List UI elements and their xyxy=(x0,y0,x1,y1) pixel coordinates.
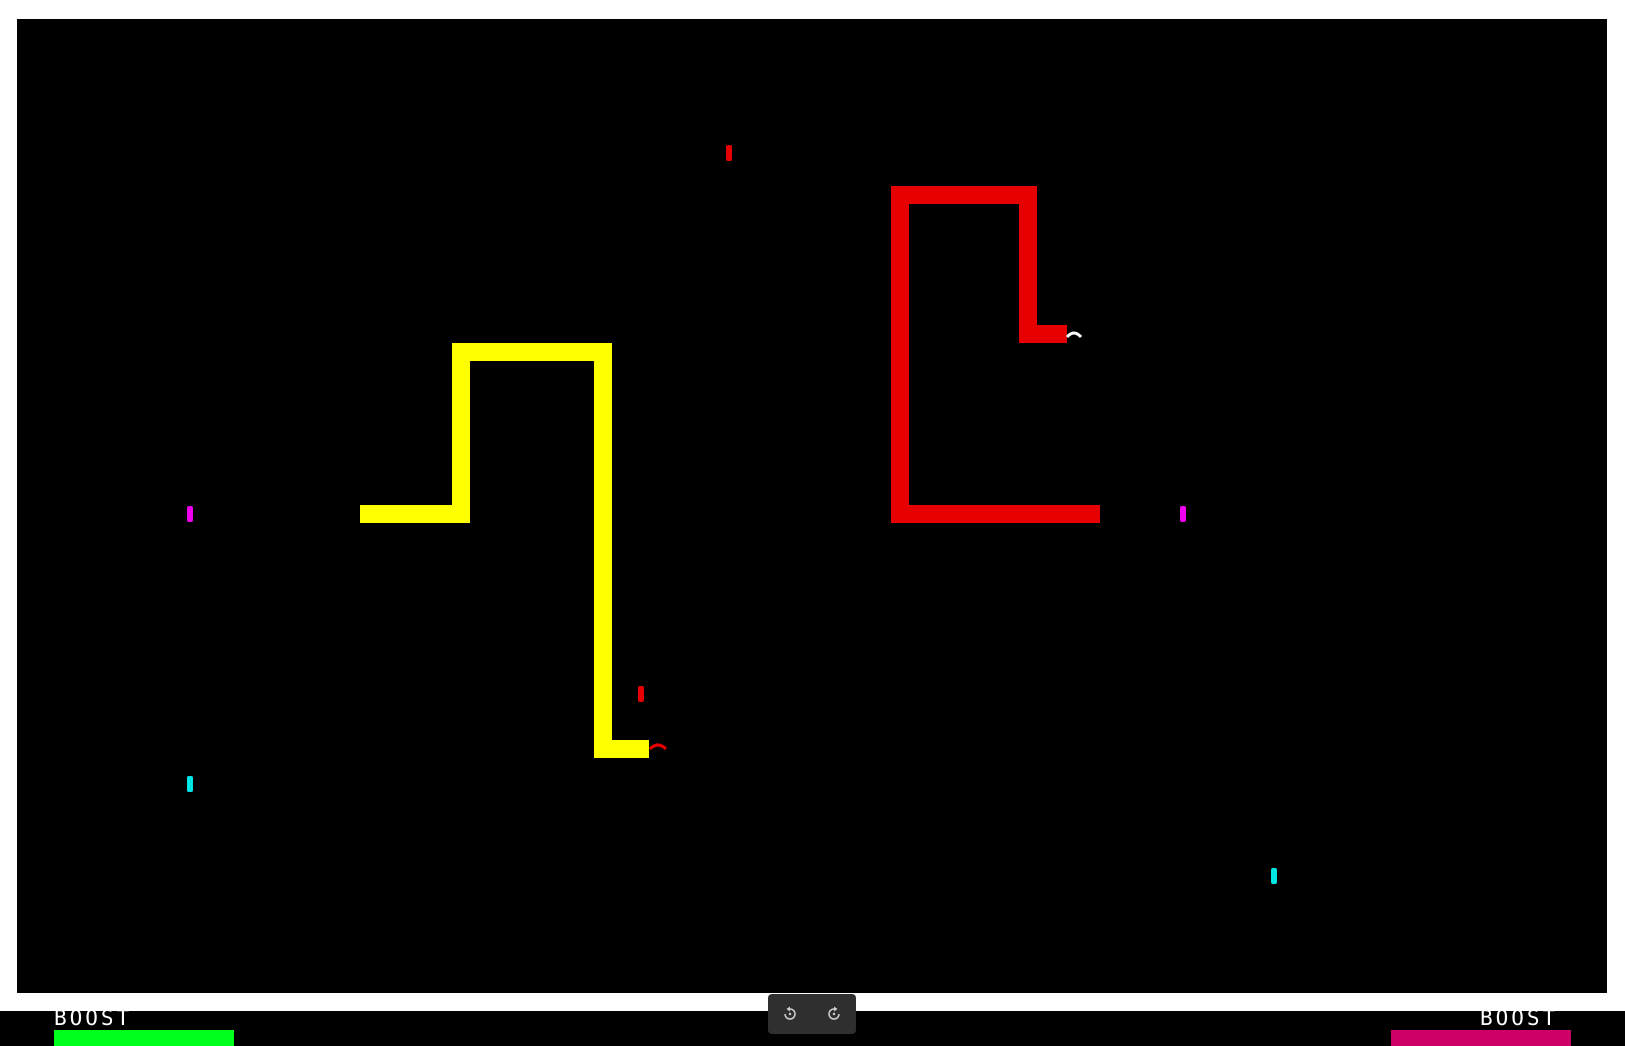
game-arena[interactable] xyxy=(17,19,1607,993)
yellow-player-trail xyxy=(360,343,649,758)
red-pickup xyxy=(726,145,732,161)
arena-canvas xyxy=(187,145,1277,884)
rotate-counterclockwise-button[interactable] xyxy=(776,1000,804,1028)
right-boost-meter xyxy=(1391,1030,1571,1046)
magenta-pickup xyxy=(187,506,193,522)
rotate-clockwise-button[interactable] xyxy=(820,1000,848,1028)
cyan-pickup xyxy=(1271,868,1277,884)
left-boost-label: BOOST xyxy=(54,1006,133,1030)
left-boost-meter xyxy=(54,1030,234,1046)
right-boost-label: BOOST xyxy=(1480,1006,1559,1030)
game-frame xyxy=(0,0,1625,1011)
magenta-pickup xyxy=(1180,506,1186,522)
right-boost-fill xyxy=(1391,1030,1571,1046)
red-player-trail xyxy=(891,186,1100,523)
yellow-player-head-icon xyxy=(648,743,668,751)
red-pickup xyxy=(638,686,644,702)
left-boost-fill xyxy=(54,1030,234,1046)
rotate-clockwise-icon xyxy=(828,1006,840,1020)
cyan-pickup xyxy=(187,776,193,792)
rotate-counterclockwise-icon xyxy=(784,1006,796,1020)
red-player-head-icon xyxy=(1065,331,1083,339)
rotate-controls xyxy=(768,994,856,1034)
